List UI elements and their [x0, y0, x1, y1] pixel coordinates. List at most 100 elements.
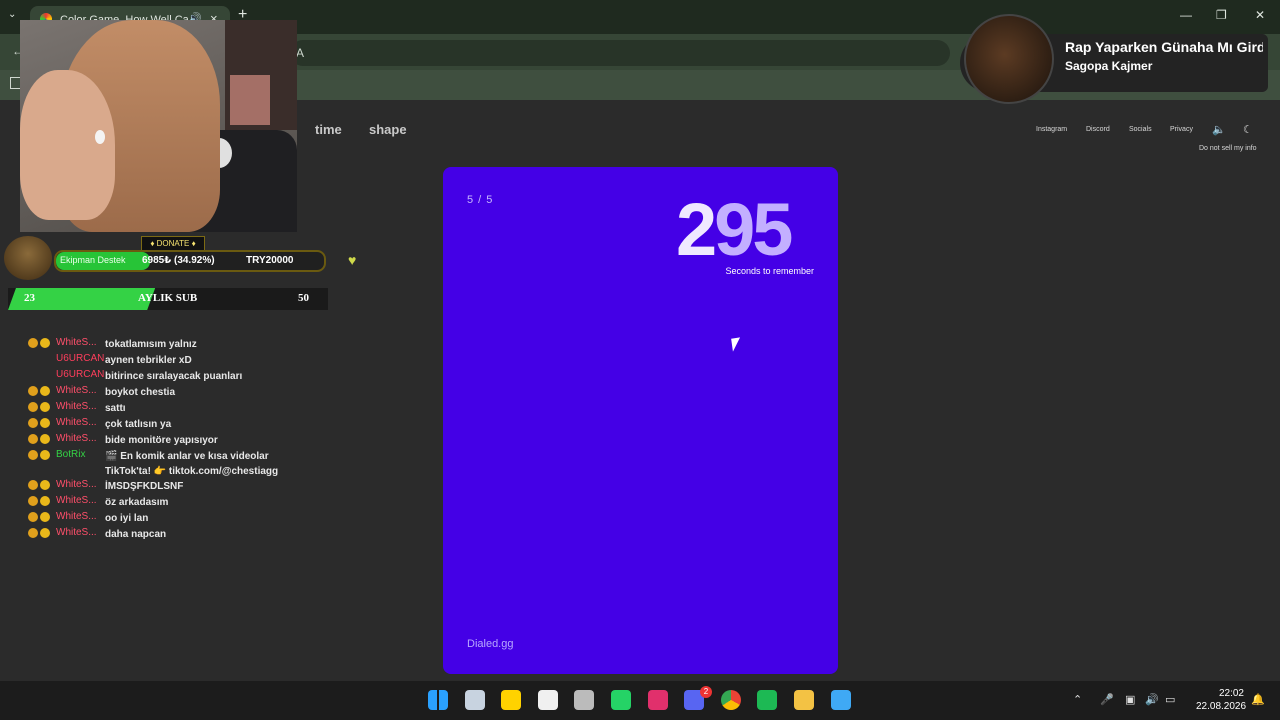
chat-badges-icon — [28, 496, 52, 508]
earbud — [95, 130, 105, 144]
chat-message: WhiteS... öz arkadasım — [28, 495, 298, 511]
steam-icon[interactable] — [464, 690, 485, 710]
tab-list-dropdown-icon[interactable]: ⌄ — [8, 9, 16, 20]
link-instagram[interactable]: Instagram — [1036, 126, 1067, 133]
chat-message: WhiteS... İMSDŞFKDLSNF — [28, 479, 298, 495]
timer-digit-first: 2 — [676, 188, 717, 271]
taskbar-clock[interactable]: 22:02 22.08.2026 — [1196, 687, 1247, 713]
tray-overflow-icon[interactable]: ⌃ — [1073, 693, 1082, 706]
chat-badges-icon — [28, 418, 52, 430]
song-artist: Sagopa Kajmer — [1065, 59, 1153, 73]
address-text: A — [296, 46, 305, 60]
chat-message: WhiteS... bide monitöre yapısıyor — [28, 433, 298, 449]
volume-icon[interactable]: 🔊 — [1145, 693, 1159, 706]
sub-current: 23 — [24, 292, 35, 304]
brand-label[interactable]: Dialed.gg — [467, 638, 513, 650]
chat-username[interactable]: WhiteS... — [56, 527, 104, 538]
chat-text: boykot chestia — [105, 387, 176, 398]
maximize-icon[interactable]: ❐ — [1216, 8, 1227, 22]
chat-badges-icon — [28, 386, 52, 398]
chat-badges-icon — [28, 512, 52, 524]
sub-label: AYLIK SUB — [138, 292, 198, 304]
chat-badges-icon — [28, 434, 52, 446]
dark-mode-icon[interactable]: ☾ — [1243, 123, 1253, 136]
chat-text: aynen tebrikler xD — [105, 355, 192, 366]
song-title: Rap Yaparken Günaha Mı Girdim — [1065, 39, 1263, 55]
link-privacy[interactable]: Privacy — [1170, 126, 1193, 133]
chat-username[interactable]: WhiteS... — [56, 401, 104, 412]
chat-panel: WhiteS... tokatlamısım yalnız U6URCAN aynen… — [28, 337, 298, 543]
chat-username[interactable]: WhiteS... — [56, 417, 104, 428]
timer-number: 295 — [676, 188, 793, 271]
chat-text: bide monitöre yapısıyor — [105, 435, 218, 446]
do-not-sell-link[interactable]: Do not sell my info — [1199, 145, 1257, 152]
chat-message: WhiteS... oo iyi lan — [28, 511, 298, 527]
address-bar[interactable]: A — [290, 40, 950, 66]
chat-username[interactable]: WhiteS... — [56, 337, 104, 348]
donation-goal: TRY20000 — [246, 255, 294, 266]
microphone-icon[interactable]: 🎤 — [1100, 693, 1114, 706]
chat-badges-icon — [28, 338, 52, 350]
snipping-tool-icon[interactable] — [537, 690, 558, 710]
minimize-icon[interactable]: — — [1180, 8, 1192, 22]
chat-username[interactable]: WhiteS... — [56, 479, 104, 490]
chrome-icon[interactable] — [720, 690, 741, 710]
sub-goal-bar: 23 AYLIK SUB 50 — [8, 288, 328, 310]
close-window-icon[interactable]: ✕ — [1255, 8, 1265, 22]
spotify-icon[interactable] — [757, 690, 778, 710]
chat-text: oo iyi lan — [105, 513, 149, 524]
chat-text: çok tatlısın ya — [105, 419, 172, 430]
chat-message: U6URCAN aynen tebrikler xD — [28, 353, 298, 369]
chat-username[interactable]: U6URCAN — [56, 369, 104, 380]
instagram-icon[interactable] — [647, 690, 668, 710]
donation-label: Ekipman Destek — [60, 255, 126, 265]
chat-badges-icon — [28, 450, 52, 462]
discord-notification-badge: 2 — [700, 686, 712, 698]
chat-text: daha napcan — [105, 529, 167, 540]
whatsapp-icon[interactable] — [611, 690, 631, 710]
nav-time[interactable]: time — [315, 122, 342, 137]
sound-toggle-icon[interactable]: 🔈 — [1212, 123, 1226, 136]
clock-time: 22:02 — [1218, 688, 1244, 699]
chat-message: WhiteS... çok tatlısın ya — [28, 417, 298, 433]
battery-icon[interactable]: ▭ — [1165, 693, 1175, 706]
chat-text: bitirince sıralayacak puanları — [105, 371, 243, 382]
chat-message: WhiteS... tokatlamısım yalnız — [28, 337, 298, 353]
chat-text: öz arkadasım — [105, 497, 169, 508]
webcam-feed — [20, 20, 297, 232]
chat-username[interactable]: WhiteS... — [56, 511, 104, 522]
heart-icon: ♥ — [348, 252, 357, 268]
chat-message: WhiteS... daha napcan — [28, 527, 298, 543]
notifications-icon[interactable]: 🔔 — [1251, 693, 1265, 706]
sticky-notes-icon[interactable] — [501, 690, 522, 710]
chat-text: 🎬 En komik anlar ve kısa videolar TikTok… — [105, 451, 279, 477]
windows-start-icon[interactable] — [428, 690, 448, 710]
chat-text: İMSDŞFKDLSNF — [105, 481, 184, 492]
chat-message: U6URCAN bitirince sıralayacak puanları — [28, 369, 298, 385]
chat-message: WhiteS... boykot chestia — [28, 385, 298, 401]
chat-badges-icon — [28, 402, 52, 414]
chat-text: tokatlamısım yalnız — [105, 339, 197, 350]
clock-date: 22.08.2026 — [1196, 701, 1247, 712]
chat-username[interactable]: BotRix — [56, 449, 104, 460]
nav-shape[interactable]: shape — [369, 122, 407, 137]
mouse-cursor-icon — [731, 337, 742, 352]
app-icon[interactable] — [830, 690, 851, 710]
sub-target: 50 — [298, 292, 309, 304]
donation-goal-widget: ♦ DONATE ♦ Ekipman Destek 6985₺ (34.92%)… — [4, 233, 356, 283]
donate-header: ♦ DONATE ♦ — [141, 236, 205, 251]
chat-username[interactable]: WhiteS... — [56, 495, 104, 506]
chat-username[interactable]: WhiteS... — [56, 385, 104, 396]
now-playing-widget: Rap Yaparken Günaha Mı Girdim Sagopa Kaj… — [960, 14, 1268, 104]
donation-amount: 6985₺ (34.92%) — [142, 255, 215, 266]
timer-digits-rest: 95 — [714, 188, 793, 271]
network-icon[interactable]: ▣ — [1125, 693, 1135, 706]
link-socials[interactable]: Socials — [1129, 126, 1152, 133]
obs-icon[interactable] — [574, 690, 595, 710]
file-explorer-icon[interactable] — [794, 690, 814, 710]
chat-username[interactable]: U6URCAN — [56, 353, 104, 364]
link-discord[interactable]: Discord — [1086, 126, 1110, 133]
chat-message: WhiteS... sattı — [28, 401, 298, 417]
chat-username[interactable]: WhiteS... — [56, 433, 104, 444]
chat-message: BotRix 🎬 En komik anlar ve kısa videolar … — [28, 449, 298, 479]
